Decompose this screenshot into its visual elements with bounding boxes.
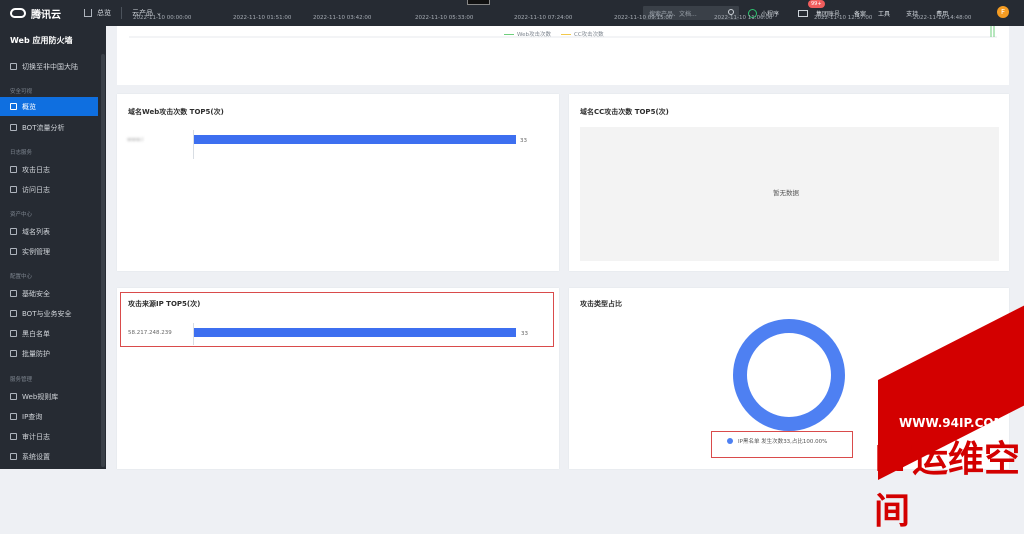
home-label: 总览 xyxy=(97,9,111,17)
sidebar-item-instance-management[interactable]: 实例管理 xyxy=(0,242,98,261)
time-tick-label: 2022-11-10 12:57:00 xyxy=(814,15,873,21)
cc-top5-title: 域名CC攻击次数 TOP5(次) xyxy=(580,108,669,116)
time-tick-label: 2022-11-10 09:15:00 xyxy=(614,15,673,21)
time-tick-label: 2022-11-10 05:33:00 xyxy=(415,15,474,21)
time-tick-label: 2022-11-10 11:06:00 xyxy=(714,15,773,21)
attack-type-title: 攻击类型占比 xyxy=(580,300,622,308)
timeline-legend: Web攻击次数 CC攻击次数 xyxy=(504,30,604,38)
message-count-badge: 99+ xyxy=(808,0,825,8)
sidebar-item-label: BOT与业务安全 xyxy=(22,309,72,318)
sidebar-item-bot-traffic[interactable]: BOT流量分析 xyxy=(0,118,98,137)
gear-icon xyxy=(10,453,17,460)
time-tick-label: 2022-11-10 00:00:00 xyxy=(133,15,192,21)
group-label-service-management: 服务管理 xyxy=(10,377,33,383)
group-label-security-visual: 安全可视 xyxy=(10,89,33,95)
sidebar-item-ip-query[interactable]: IP查询 xyxy=(0,407,98,426)
library-icon xyxy=(10,393,17,400)
gear-icon xyxy=(10,248,17,255)
sidebar-item-basic-security[interactable]: 基础安全 xyxy=(0,284,98,303)
collapse-icon xyxy=(10,228,17,235)
web-top5-bar-chart: www.i 33 xyxy=(127,130,537,160)
sidebar-item-label: 批量防护 xyxy=(22,349,50,358)
sidebar-item-label: 基础安全 xyxy=(22,289,50,298)
switch-region-label: 切换至非中国大陆 xyxy=(22,62,78,71)
sidebar-scrollbar[interactable] xyxy=(101,54,105,467)
browser-tab-stub xyxy=(467,0,490,5)
sidebar-item-overview[interactable]: 概览 xyxy=(0,97,98,116)
sidebar-item-label: BOT流量分析 xyxy=(22,123,65,132)
sidebar-item-label: Web规则库 xyxy=(22,392,59,401)
sidebar-item-bot-business-security[interactable]: BOT与业务安全 xyxy=(0,304,98,323)
sidebar-item-label: 访问日志 xyxy=(22,185,50,194)
sidebar-item-attack-log[interactable]: 攻击日志 xyxy=(0,160,98,179)
sidebar-item-label: 攻击日志 xyxy=(22,165,50,174)
legend-web-label: Web攻击次数 xyxy=(517,32,551,38)
cloud-logo-icon xyxy=(10,8,26,18)
sidebar-title: Web 应用防火墙 xyxy=(10,36,73,45)
time-tick-label: 2022-11-10 01:51:00 xyxy=(233,15,292,21)
sidebar-item-label: 系统设置 xyxy=(22,452,50,461)
top-divider xyxy=(121,7,122,19)
sidebar-item-batch-protection[interactable]: 批量防护 xyxy=(0,344,98,363)
sidebar-item-label: 审计日志 xyxy=(22,432,50,441)
document-icon xyxy=(10,186,17,193)
attack-type-legend: IP黑名单 发生次数33,占比100.00% xyxy=(727,437,827,445)
legend-web-attack[interactable]: Web攻击次数 xyxy=(504,30,551,38)
legend-cc-line xyxy=(561,34,571,35)
home-link[interactable]: 总览 xyxy=(84,8,111,18)
ip-top5-bar xyxy=(194,328,516,337)
switch-region-button[interactable]: 切换至非中国大陆 xyxy=(0,57,98,76)
no-data-text: 暂无数据 xyxy=(773,189,799,197)
time-tick-label: 2022-11-10 03:42:00 xyxy=(313,15,372,21)
legend-cc-label: CC攻击次数 xyxy=(574,32,604,38)
sidebar-item-label: 概览 xyxy=(22,102,36,111)
web-top5-title: 域名Web攻击次数 TOP5(次) xyxy=(128,108,224,116)
web-top5-value: 33 xyxy=(520,138,527,144)
web-top5-bar xyxy=(194,135,516,144)
ip-top5-value: 33 xyxy=(521,331,528,337)
legend-dot xyxy=(727,438,733,444)
document-icon xyxy=(10,166,17,173)
sidebar-item-label: 实例管理 xyxy=(22,247,50,256)
sidebar-item-audit-log[interactable]: 审计日志 xyxy=(0,427,98,446)
time-tick-label: 2022-11-10 07:24:00 xyxy=(514,15,573,21)
document-icon xyxy=(10,413,17,420)
ip-top5-bar-chart: 58.217.248.239 33 xyxy=(127,323,537,345)
sidebar-item-label: 域名列表 xyxy=(22,227,50,236)
sidebar-item-web-rules[interactable]: Web规则库 xyxy=(0,387,98,406)
shield-icon xyxy=(10,350,17,357)
group-label-log-service: 日志服务 xyxy=(10,150,33,156)
sidebar-item-domain-list[interactable]: 域名列表 xyxy=(0,222,98,241)
ip-label: 58.217.248.239 xyxy=(128,330,172,336)
timeline-axis-labels: 2022-11-10 00:00:00 2022-11-10 01:51:00 … xyxy=(133,15,975,25)
user-icon xyxy=(10,330,17,337)
grid-icon xyxy=(10,103,17,110)
legend-web-line xyxy=(504,34,514,35)
time-tick-label: 2022-11-10 14:48:00 xyxy=(913,15,972,21)
sidebar: Web 应用防火墙 切换至非中国大陆 安全可视 概览 BOT流量分析 日志服务 … xyxy=(0,26,106,469)
attack-type-donut xyxy=(733,319,845,431)
avatar[interactable]: F xyxy=(997,6,1009,18)
sidebar-item-label: 黑白名单 xyxy=(22,329,50,338)
sidebar-item-system-settings[interactable]: 系统设置 xyxy=(0,447,98,466)
audit-icon xyxy=(10,433,17,440)
sidebar-item-black-white-list[interactable]: 黑白名单 xyxy=(0,324,98,343)
chart-icon xyxy=(10,124,17,131)
sidebar-item-access-log[interactable]: 访问日志 xyxy=(0,180,98,199)
attack-type-legend-label: IP黑名单 发生次数33,占比100.00% xyxy=(738,439,828,445)
ip-top5-title: 攻击来源IP TOP5(次) xyxy=(128,300,201,308)
brand-logo[interactable]: 腾讯云 xyxy=(10,6,70,21)
home-icon xyxy=(84,9,92,17)
legend-cc-attack[interactable]: CC攻击次数 xyxy=(561,30,604,38)
web-top5-card xyxy=(117,94,559,271)
gear-icon xyxy=(10,310,17,317)
group-label-asset-center: 资产中心 xyxy=(10,212,33,218)
globe-icon xyxy=(10,63,17,70)
shield-icon xyxy=(10,290,17,297)
brand-name: 腾讯云 xyxy=(31,9,61,21)
domain-label: www.i xyxy=(127,137,144,143)
group-label-config-center: 配置中心 xyxy=(10,274,33,280)
sidebar-item-label: IP查询 xyxy=(22,412,43,421)
